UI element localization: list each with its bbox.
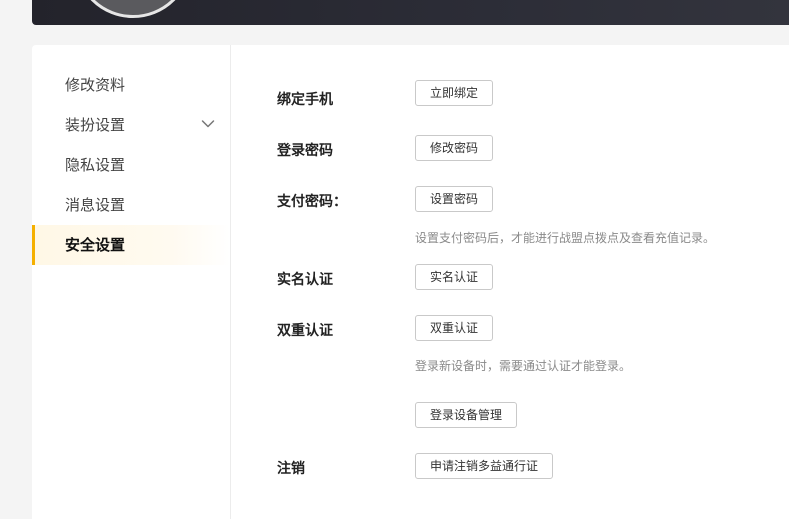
login-password-label: 登录密码 — [277, 143, 333, 159]
sidebar-item-label: 消息设置 — [65, 196, 126, 214]
sidebar-item-appearance[interactable]: 装扮设置 — [32, 105, 230, 145]
bind-phone-label: 绑定手机 — [277, 92, 333, 108]
real-name-label: 实名认证 — [277, 272, 333, 288]
real-name-button[interactable]: 实名认证 — [415, 264, 494, 290]
pay-password-label: 支付密码： — [277, 194, 347, 210]
change-password-button[interactable]: 修改密码 — [415, 135, 494, 161]
avatar[interactable] — [74, 0, 192, 18]
two-factor-button[interactable]: 双重认证 — [415, 315, 494, 341]
profile-banner — [32, 0, 789, 25]
two-factor-hint: 登录新设备时，需要通过认证才能登录。 — [415, 359, 632, 373]
device-management-button[interactable]: 登录设备管理 — [415, 402, 518, 428]
cancel-account-label: 注销 — [277, 461, 305, 477]
sidebar-item-label: 装扮设置 — [65, 116, 126, 134]
sidebar-item-edit-profile[interactable]: 修改资料 — [32, 65, 230, 105]
chevron-down-icon[interactable] — [201, 119, 215, 129]
pay-password-hint: 设置支付密码后，才能进行战盟点拨点及查看充值记录。 — [415, 231, 716, 245]
sidebar-item-label: 安全设置 — [65, 236, 126, 254]
sidebar-item-privacy[interactable]: 隐私设置 — [32, 145, 230, 185]
cancel-account-button[interactable]: 申请注销多益通行证 — [415, 453, 554, 479]
set-pay-password-button[interactable]: 设置密码 — [415, 186, 494, 212]
sidebar-item-label: 修改资料 — [65, 76, 126, 94]
two-factor-label: 双重认证 — [277, 323, 333, 339]
sidebar-item-label: 隐私设置 — [65, 156, 126, 174]
sidebar-item-notifications[interactable]: 消息设置 — [32, 185, 230, 225]
bind-phone-button[interactable]: 立即绑定 — [415, 80, 494, 106]
sidebar-item-security[interactable]: 安全设置 — [32, 225, 230, 265]
settings-card: 修改资料 装扮设置 隐私设置 消息设置 安全设置 绑定手机 立即绑定 登录密码 … — [32, 45, 789, 519]
settings-sidebar: 修改资料 装扮设置 隐私设置 消息设置 安全设置 — [32, 45, 231, 519]
